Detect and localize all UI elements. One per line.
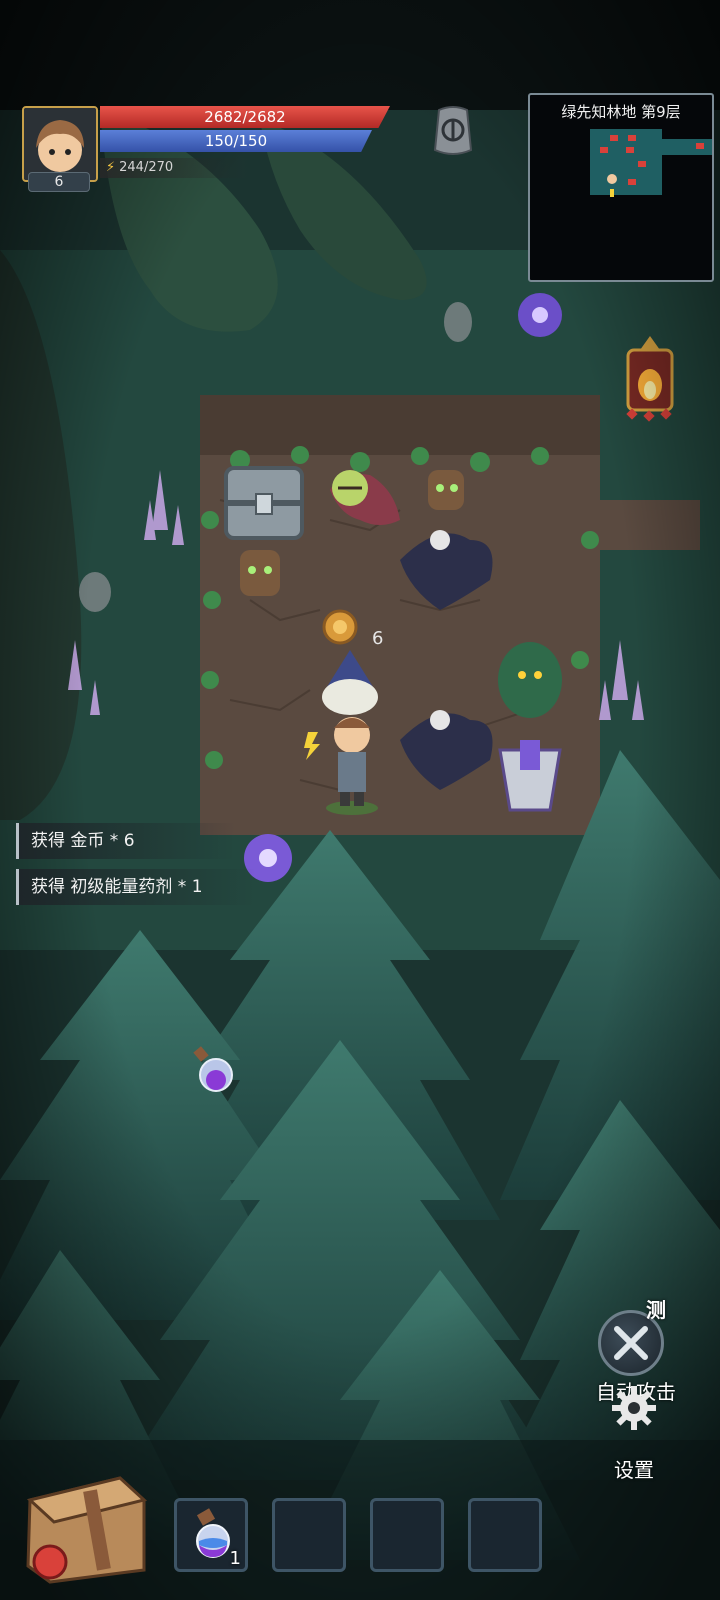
minimap-player-marker [607,174,617,184]
energy-readout: ⚡ 244/270 [100,158,250,178]
minimap-rooms [590,129,712,197]
mp-bar: 150/150 [100,130,372,152]
player-status-panel: 6 2682/2682 150/150 ⚡ 244/270 [18,102,398,192]
settings-label: 设置 [614,1458,654,1482]
coin-drop-amount: 6 [372,628,384,649]
auto-attack-button[interactable]: 自动攻击 [586,1310,686,1404]
quick-slot-4[interactable] [468,1498,542,1572]
minimap[interactable]: 绿先知林地 第9层 [528,93,714,282]
floor-name: 绿先知林地 第9层 [561,103,681,121]
backpack-button[interactable] [20,1470,150,1585]
quick-slot-3[interactable] [370,1498,444,1572]
energy-value: 244/270 [119,160,174,175]
loot-message: 获得 初级能量药剂 * 1 [16,869,256,905]
stone-totem-icon[interactable] [425,104,481,160]
test-tag: 测 [646,1298,666,1322]
hero-portrait-icon [24,108,96,180]
quick-slot-1[interactable]: 1 [174,1498,248,1572]
settings-button[interactable]: 设置 [598,1386,670,1482]
gear-icon [612,1386,656,1430]
loot-message: 获得 金币 * 6 [16,823,236,859]
hp-bar: 2682/2682 [100,106,390,128]
slot-count: 1 [229,1548,241,1569]
player-level: 6 [28,172,90,192]
lightning-icon: ⚡ [106,160,116,175]
player-avatar[interactable] [22,106,98,182]
quick-slot-2[interactable] [272,1498,346,1572]
